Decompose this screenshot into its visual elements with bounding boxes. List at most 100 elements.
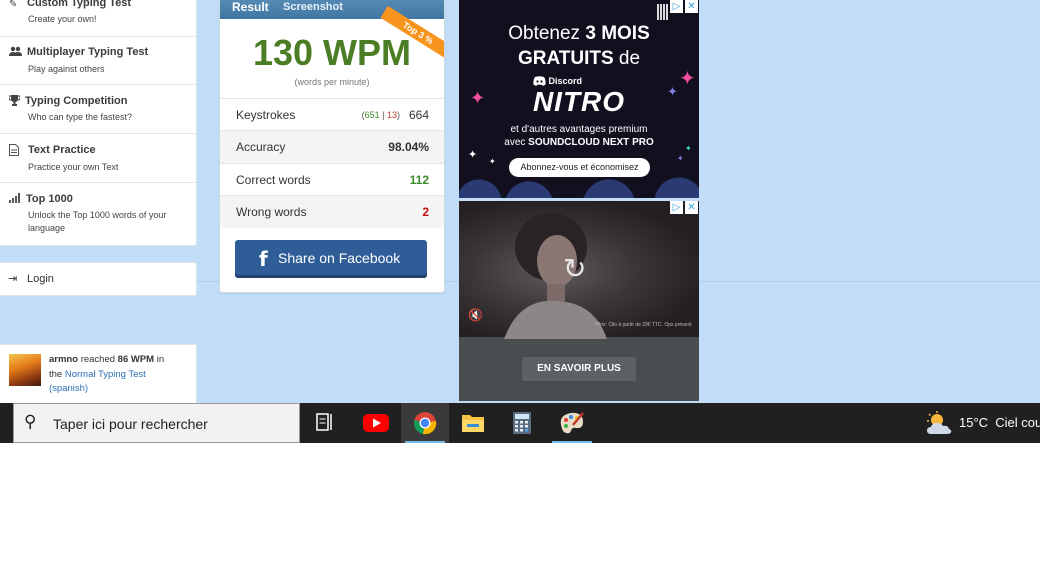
stat-row-keystrokes: Keystrokes (651 | 13) 664	[220, 98, 444, 131]
ad-line3: et d'autres avantages premium	[510, 124, 648, 135]
menu-item-desc: Unlock the Top 1000 words of your langua…	[28, 210, 167, 233]
menu-item-desc: Create your own!	[28, 14, 97, 24]
menu-item-title: Top 1000	[26, 193, 73, 205]
stat-label: Keystrokes	[236, 108, 296, 122]
task-view-icon[interactable]	[316, 413, 334, 431]
stat-row-wrong-words: Wrong words 2	[220, 195, 444, 228]
bar-chart-icon	[9, 193, 21, 206]
tab-screenshot[interactable]: Screenshot	[283, 1, 343, 13]
sidebar-menu: ✎ Custom Typing Test Create your own! Mu…	[0, 0, 197, 246]
activity-text: armno reached 86 WPM in the Normal Typin…	[49, 353, 189, 397]
menu-item-desc: Who can type the fastest?	[28, 112, 133, 122]
paint-palette-icon	[560, 412, 584, 434]
keystrokes-detail: (651 | 13)	[361, 110, 400, 120]
feed-reached: reached	[80, 354, 116, 365]
weather-desc: Ciel couvert	[995, 415, 1040, 430]
menu-item-top-1000[interactable]: Top 1000 Unlock the Top 1000 words of yo…	[0, 183, 196, 245]
ad-fine-print: *Prix: Clio à partir de 29€ TTC. Ops pré…	[595, 322, 692, 328]
feed-the: the	[49, 368, 63, 380]
users-icon	[9, 46, 22, 60]
menu-item-typing-competition[interactable]: Typing Competition Who can type the fast…	[0, 85, 196, 134]
sparkle-icon: ✦	[677, 154, 684, 163]
share-facebook-button[interactable]: f Share on Facebook	[235, 240, 427, 278]
active-indicator	[405, 441, 445, 443]
ad-line4-bold: SOUNDCLOUD NEXT PRO	[528, 137, 654, 148]
active-indicator	[552, 441, 592, 443]
discord-brand: Discord	[548, 76, 583, 86]
correct-words-value: 112	[409, 173, 429, 187]
sparkle-icon: ✦	[679, 68, 696, 90]
tab-result[interactable]: Result	[232, 0, 269, 14]
taskbar-search[interactable]: ⚲ Taper ici pour rechercher	[13, 403, 300, 443]
result-header: Result Screenshot	[220, 0, 444, 19]
document-icon	[9, 144, 19, 159]
menu-item-title: Multiplayer Typing Test	[27, 46, 149, 58]
menu-item-desc: Practice your own Text	[28, 162, 119, 172]
accuracy-value: 98.04%	[388, 140, 429, 154]
calculator-icon	[513, 412, 531, 434]
discord-logo: Discord	[533, 76, 582, 86]
video-ad[interactable]: ▷ ✕ ↻ 🔇 *Prix: Clio à partir de 29€ TTC.…	[459, 201, 699, 401]
feed-language-link[interactable]: (spanish)	[49, 383, 88, 394]
stat-label: Correct words	[236, 173, 311, 187]
sparkle-icon: ✦	[489, 157, 496, 166]
stat-row-correct-words: Correct words 112	[220, 163, 444, 196]
adchoices-icon[interactable]: ▷	[670, 201, 683, 214]
adchoices-icon[interactable]: ▷	[670, 0, 683, 13]
sparkle-icon: ✦	[667, 84, 678, 99]
feed-test-link[interactable]: Normal Typing Test	[65, 369, 146, 380]
result-card: Result Screenshot Top 3 % 130 WPM (words…	[219, 0, 445, 293]
video-still-person	[504, 213, 607, 339]
ad-line1: Obtenez 3 MOIS	[459, 23, 699, 45]
stat-row-accuracy: Accuracy 98.04%	[220, 130, 444, 163]
ad-line4-pre: avec	[504, 137, 526, 148]
menu-item-text-practice[interactable]: Text Practice Practice your own Text	[0, 134, 196, 183]
login-label: Login	[27, 273, 54, 285]
pencil-icon: ✎	[9, 0, 18, 10]
mute-icon[interactable]: 🔇	[468, 308, 483, 322]
replay-icon[interactable]: ↻	[563, 252, 586, 285]
close-ad-icon[interactable]: ✕	[685, 201, 698, 214]
keystrokes-separator: |	[382, 110, 385, 120]
ad-line1-pre: Obtenez	[508, 23, 581, 44]
discord-nitro-ad[interactable]: ▷ ✕ Obtenez 3 MOIS GRATUITS de Discord N…	[459, 0, 699, 198]
weather-cloud-sun-icon[interactable]	[926, 411, 952, 435]
keystrokes-correct: 651	[364, 110, 380, 120]
feed-username[interactable]: armno	[49, 354, 78, 365]
avatar[interactable]	[9, 354, 41, 386]
wrong-words-value: 2	[422, 205, 429, 219]
clouds-decoration	[459, 172, 699, 198]
chrome-icon	[414, 412, 437, 435]
feed-wpm: 86 WPM	[117, 354, 155, 365]
feed-in: in	[156, 354, 165, 365]
ad-line1-bold: 3 MOIS	[585, 23, 650, 44]
sparkle-icon: ✦	[685, 144, 692, 153]
page-background: ✎ Custom Typing Test Create your own! Mu…	[0, 0, 1040, 403]
taskbar-chrome[interactable]	[401, 403, 449, 443]
search-placeholder: Taper ici pour rechercher	[53, 416, 208, 432]
menu-item-custom-typing-test[interactable]: ✎ Custom Typing Test Create your own!	[0, 0, 196, 37]
taskbar-youtube[interactable]	[352, 403, 400, 443]
menu-item-title: Text Practice	[28, 144, 96, 156]
activity-feed-item: armno reached 86 WPM in the Normal Typin…	[0, 344, 197, 403]
sign-in-icon: ⇥	[8, 273, 18, 285]
taskbar-file-explorer[interactable]	[449, 403, 497, 443]
keystrokes-wrong: 13	[386, 110, 397, 120]
trophy-icon	[8, 95, 21, 109]
weather-temp: 15°C	[959, 415, 989, 430]
wpm-value: 130 WPM	[252, 32, 412, 73]
ad-line2: GRATUITS de	[459, 48, 699, 70]
login-button[interactable]: ⇥ Login	[0, 262, 197, 296]
menu-item-multiplayer[interactable]: Multiplayer Typing Test Play against oth…	[0, 36, 196, 85]
taskbar-paint[interactable]	[548, 403, 596, 443]
taskbar-calculator[interactable]	[498, 403, 546, 443]
ad-line4: avec SOUNDCLOUD NEXT PRO	[459, 137, 699, 148]
discord-icon	[533, 76, 546, 86]
learn-more-button[interactable]: EN SAVOIR PLUS	[522, 357, 636, 381]
close-ad-icon[interactable]: ✕	[685, 0, 698, 13]
wpm-subtitle: (words per minute)	[294, 77, 370, 87]
sparkle-icon: ✦	[468, 149, 478, 161]
folder-icon	[462, 415, 484, 432]
search-icon: ⚲	[24, 412, 37, 431]
weather-label[interactable]: 15°C Ciel couvert	[959, 415, 1040, 430]
